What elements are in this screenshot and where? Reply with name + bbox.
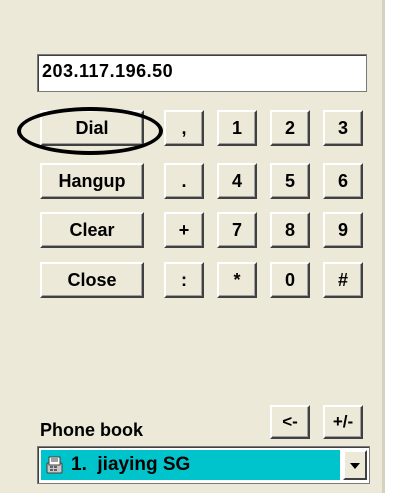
address-field[interactable]: 203.117.196.50: [37, 54, 367, 92]
key-1[interactable]: 1: [217, 110, 257, 146]
phonebook-selected-item[interactable]: 1. jiaying SG: [41, 450, 340, 480]
dropdown-arrow-button[interactable]: [343, 450, 367, 480]
key-9[interactable]: 9: [323, 212, 363, 248]
key-star[interactable]: *: [217, 262, 257, 298]
key-plus[interactable]: +: [164, 212, 204, 248]
plus-minus-button[interactable]: +/-: [323, 405, 363, 439]
key-7[interactable]: 7: [217, 212, 257, 248]
key-hash[interactable]: #: [323, 262, 363, 298]
clear-button[interactable]: Clear: [40, 212, 144, 248]
chevron-down-icon: [350, 456, 360, 474]
phonebook-contact-icon: [43, 453, 67, 477]
key-5[interactable]: 5: [270, 163, 310, 199]
phonebook-label: Phone book: [40, 420, 143, 440]
key-2[interactable]: 2: [270, 110, 310, 146]
key-period[interactable]: .: [164, 163, 204, 199]
key-8[interactable]: 8: [270, 212, 310, 248]
key-6[interactable]: 6: [323, 163, 363, 199]
backspace-button[interactable]: <-: [270, 405, 310, 439]
key-0[interactable]: 0: [270, 262, 310, 298]
key-4[interactable]: 4: [217, 163, 257, 199]
phonebook-dropdown[interactable]: 1. jiaying SG: [37, 446, 370, 484]
close-button[interactable]: Close: [40, 262, 144, 298]
key-comma[interactable]: ,: [164, 110, 204, 146]
hangup-button[interactable]: Hangup: [40, 163, 144, 199]
key-colon[interactable]: :: [164, 262, 204, 298]
dial-button[interactable]: Dial: [40, 110, 144, 146]
key-3[interactable]: 3: [323, 110, 363, 146]
dialer-panel: 203.117.196.50 Dial Hangup Clear Close ,…: [0, 0, 385, 493]
phonebook-selected-text: 1. jiaying SG: [71, 454, 191, 475]
